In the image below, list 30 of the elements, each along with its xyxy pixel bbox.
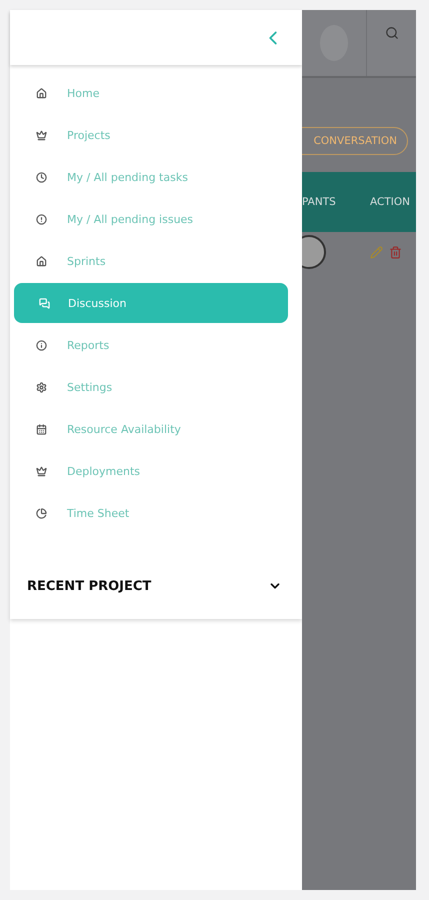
chat-icon — [39, 298, 50, 308]
menu-item[interactable]: My / All pending tasks — [14, 157, 288, 197]
column-header: ACTION — [370, 196, 410, 208]
recent-project-toggle[interactable]: RECENT PROJECT — [10, 571, 302, 601]
home-icon — [36, 256, 47, 266]
menu-item[interactable]: My / All pending issues — [14, 199, 288, 239]
menu-item[interactable]: Time Sheet — [14, 493, 288, 533]
alert-icon — [36, 214, 47, 224]
menu-item[interactable]: Reports — [14, 325, 288, 365]
home-icon — [36, 88, 47, 98]
column-header: PANTS — [302, 196, 336, 208]
crown-icon — [36, 466, 47, 476]
menu-item[interactable]: Settings — [14, 367, 288, 407]
calendar-icon — [36, 424, 47, 434]
pencil-icon[interactable] — [370, 246, 383, 258]
info-icon — [36, 340, 47, 350]
settings-icon — [36, 382, 47, 392]
menu-item[interactable]: Resource Availability — [14, 409, 288, 449]
conversation-button[interactable]: CONVERSATION — [302, 127, 408, 155]
crown-icon — [36, 130, 47, 140]
menu-item[interactable]: Projects — [14, 115, 288, 155]
search-icon — [384, 26, 398, 40]
menu-item[interactable]: Discussion — [14, 283, 288, 323]
menu-item[interactable]: Deployments — [14, 451, 288, 491]
menu-item[interactable]: Home — [14, 73, 288, 113]
pie-chart-icon — [36, 508, 47, 518]
menu-item[interactable]: Sprints — [14, 241, 288, 281]
avatar — [302, 235, 326, 269]
trash-icon[interactable] — [389, 246, 402, 258]
clock-icon — [36, 172, 47, 182]
